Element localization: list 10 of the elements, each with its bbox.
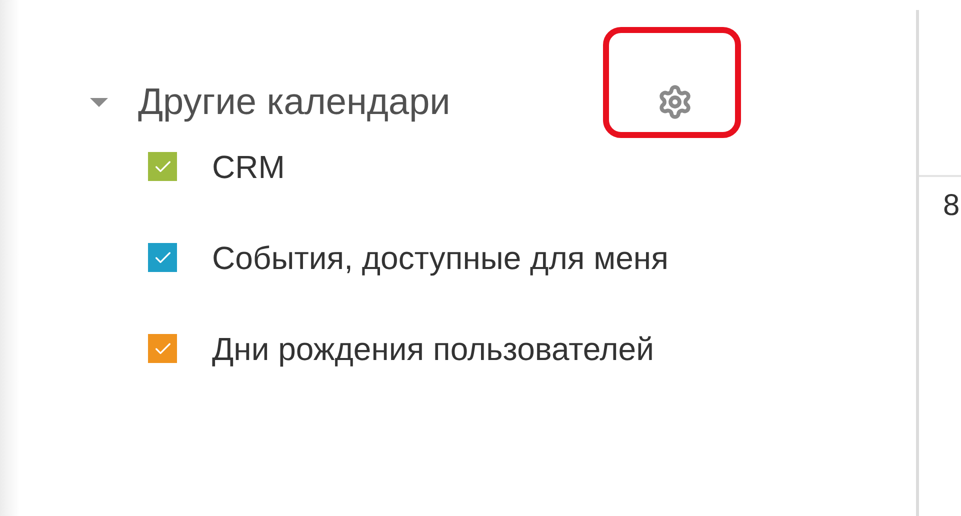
calendar-label[interactable]: CRM bbox=[212, 142, 285, 190]
calendar-checkbox[interactable] bbox=[148, 334, 177, 363]
settings-icon[interactable] bbox=[657, 84, 694, 120]
calendar-checkbox[interactable] bbox=[148, 152, 177, 181]
day-number: 8 bbox=[943, 191, 961, 221]
calendar-label[interactable]: Дни рождения пользователей bbox=[212, 324, 654, 372]
calendar-label[interactable]: События, доступные для меня bbox=[212, 234, 668, 282]
caret-icon[interactable] bbox=[90, 98, 108, 106]
section-title: Другие календари bbox=[138, 80, 450, 124]
calendar-checkbox[interactable] bbox=[148, 243, 177, 272]
